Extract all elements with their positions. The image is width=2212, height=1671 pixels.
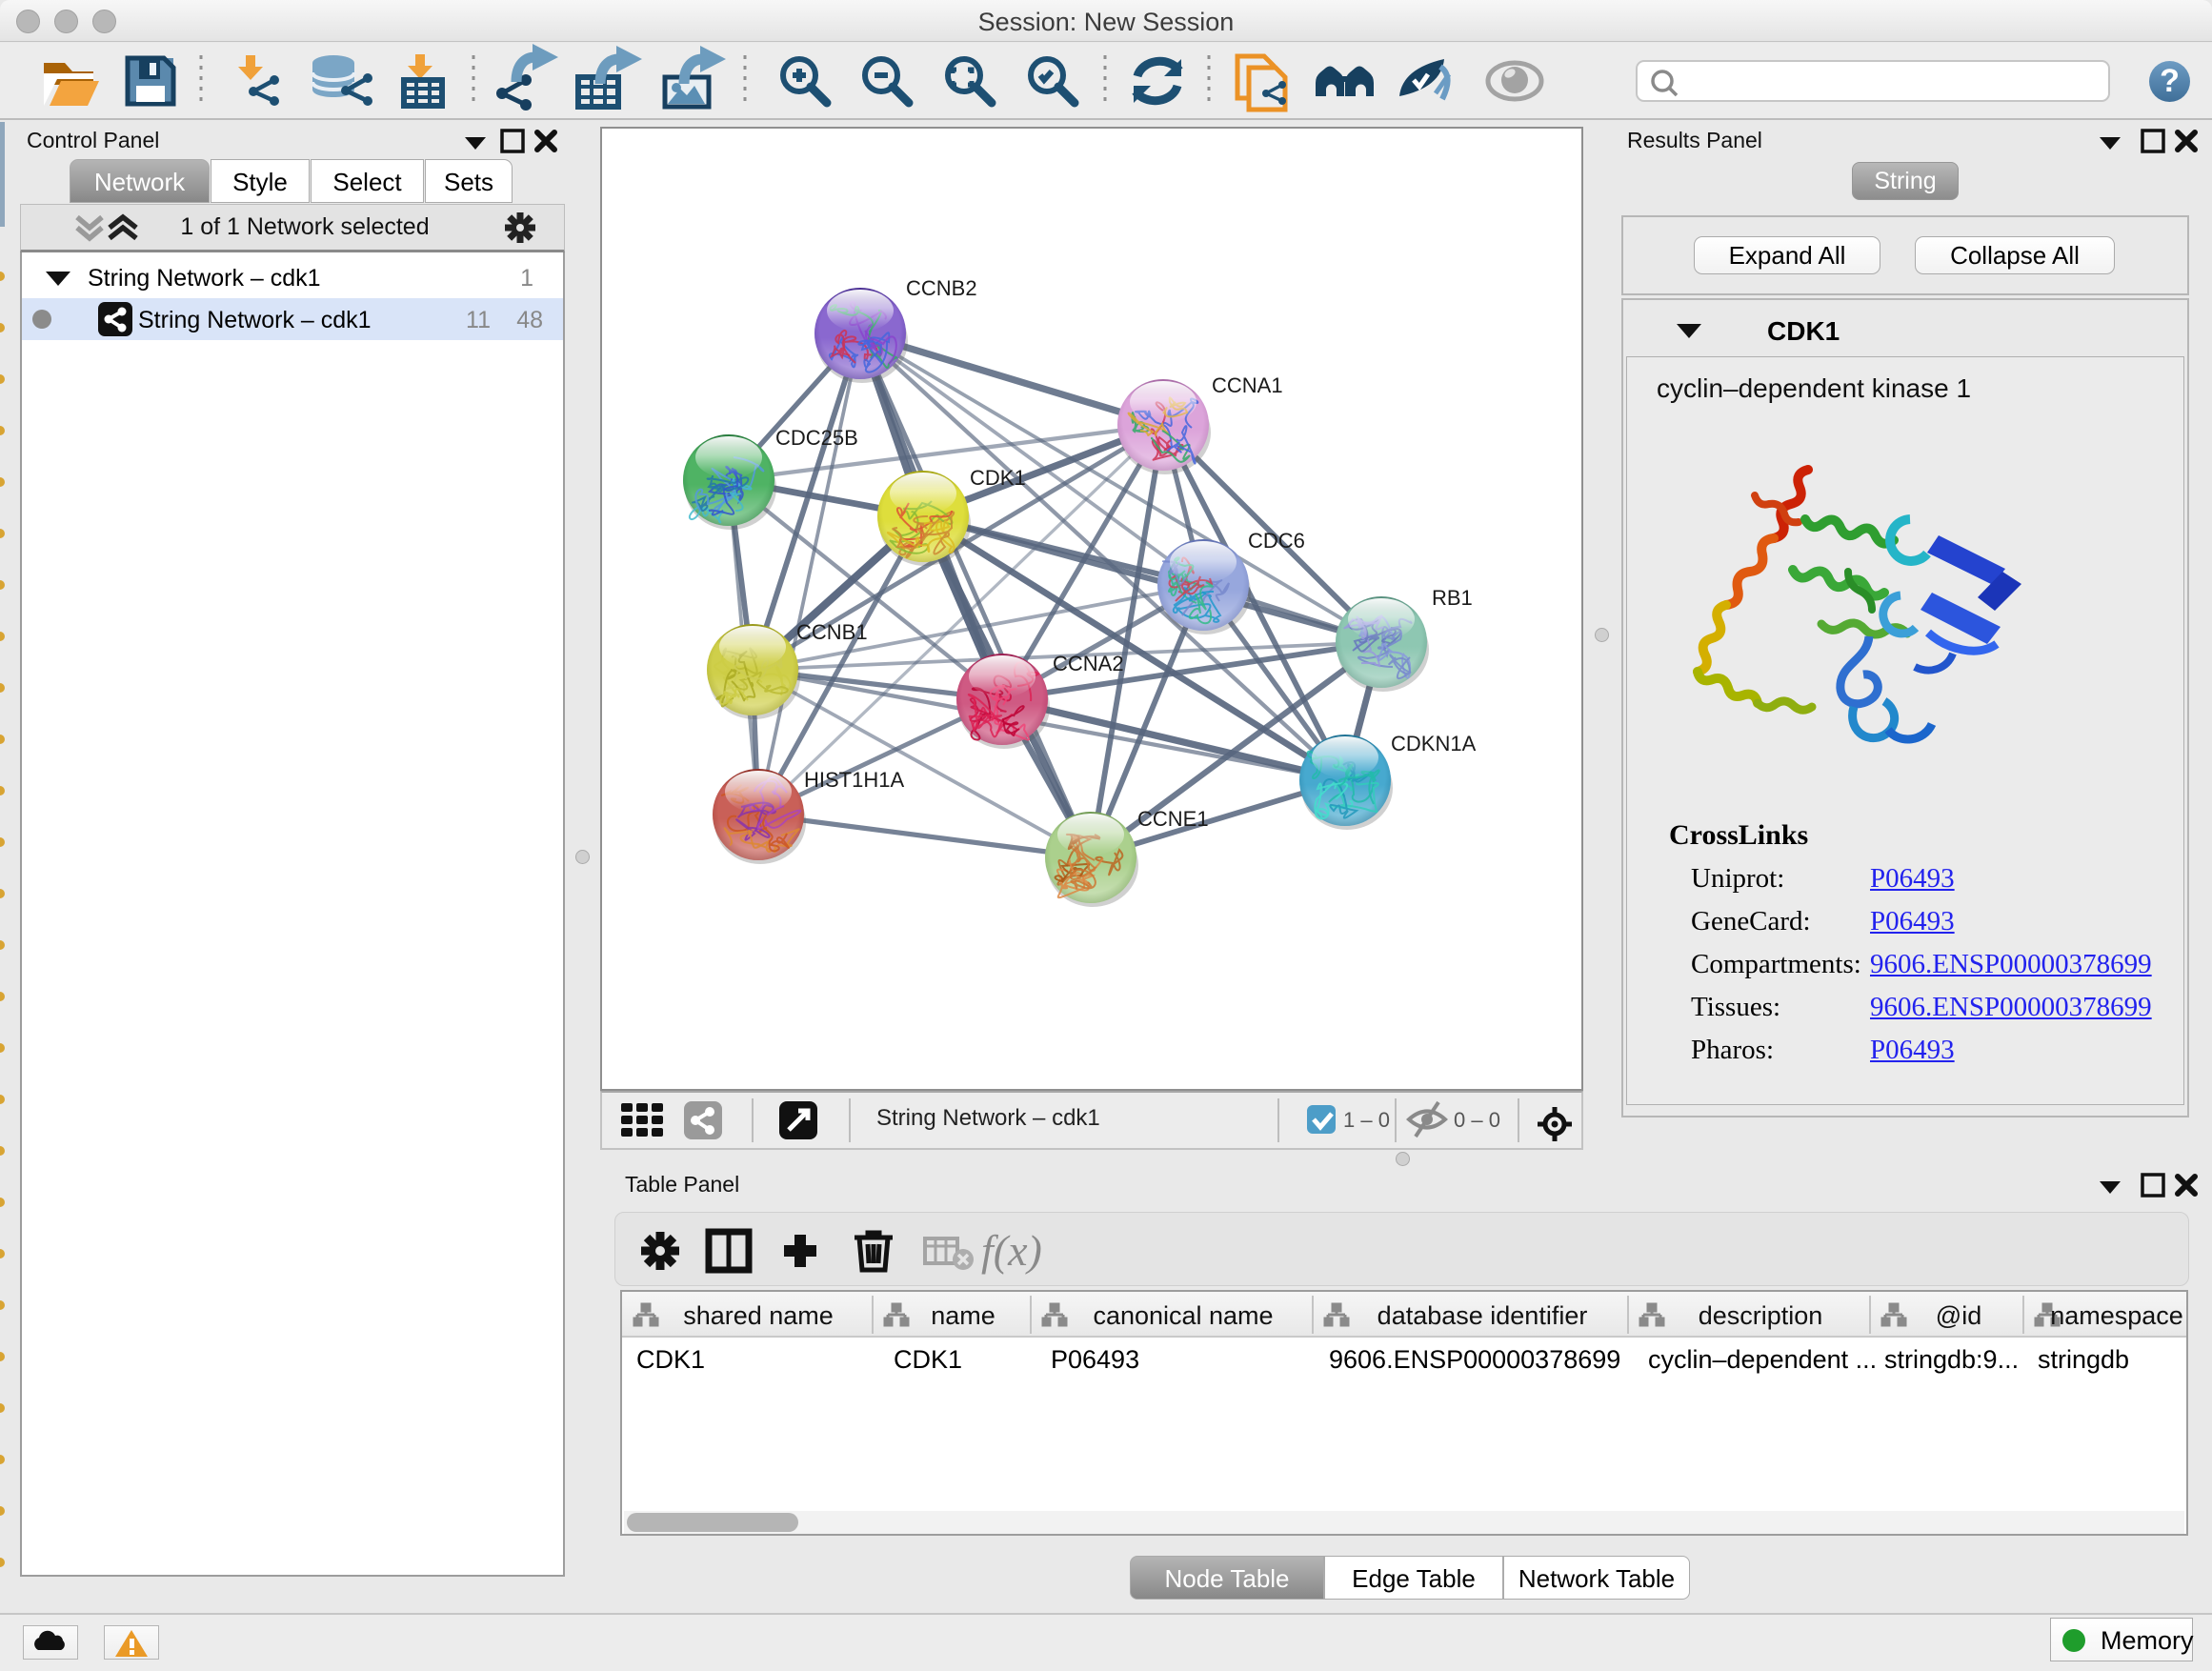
svg-text:CDC6: CDC6: [1248, 529, 1305, 553]
svg-text:database identifier: database identifier: [1377, 1301, 1588, 1330]
svg-text:CCNB1: CCNB1: [796, 620, 868, 644]
svg-text:RB1: RB1: [1432, 586, 1473, 610]
svg-text:CCNB2: CCNB2: [906, 276, 977, 300]
svg-text:CCNA2: CCNA2: [1053, 652, 1124, 675]
svg-text:@id: @id: [1936, 1301, 1981, 1330]
svg-text:shared name: shared name: [683, 1301, 834, 1330]
svg-text:namespace: namespace: [2050, 1301, 2183, 1330]
svg-text:CDKN1A: CDKN1A: [1391, 732, 1477, 755]
svg-text:CCNE1: CCNE1: [1137, 807, 1209, 831]
svg-text:HIST1H1A: HIST1H1A: [804, 768, 904, 792]
svg-text:CDC25B: CDC25B: [775, 426, 858, 450]
svg-text:CDK1: CDK1: [970, 466, 1026, 490]
svg-text:name: name: [931, 1301, 995, 1330]
svg-text:canonical name: canonical name: [1093, 1301, 1273, 1330]
svg-text:CCNA1: CCNA1: [1212, 373, 1283, 397]
svg-text:description: description: [1699, 1301, 1823, 1330]
svg-text:f(x): f(x): [981, 1226, 1042, 1275]
